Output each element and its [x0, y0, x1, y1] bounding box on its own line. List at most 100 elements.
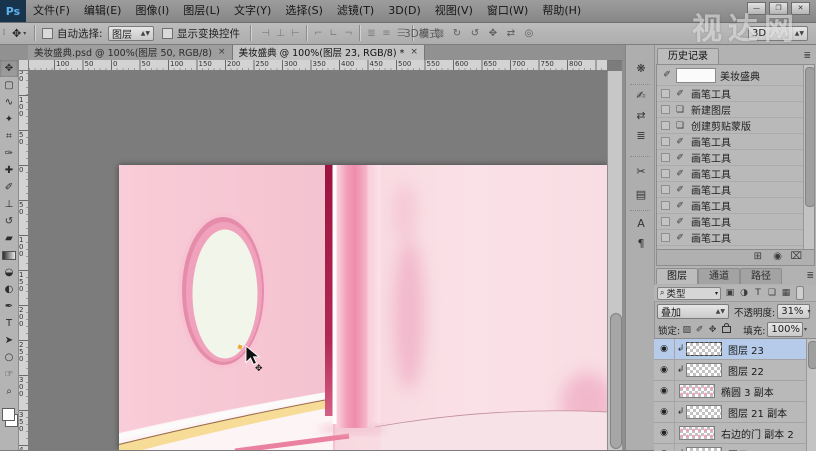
history-brush-tool[interactable]: ↺	[0, 213, 18, 230]
layer-row[interactable]: ◉↲图层 23	[654, 339, 816, 360]
layer-name[interactable]: 图层 22	[728, 363, 764, 378]
menu-item[interactable]: 文件(F)	[26, 0, 77, 22]
history-source-well[interactable]	[661, 201, 670, 210]
history-item[interactable]: ✐美妆盛典	[657, 65, 814, 86]
lasso-tool[interactable]: ∿	[0, 94, 18, 111]
quick-selection-tool[interactable]: ✦	[0, 111, 18, 128]
character-panel-icon[interactable]: A	[631, 213, 651, 233]
history-item[interactable]: ✐画笔工具	[657, 214, 814, 230]
layer-thumbnail[interactable]	[686, 363, 722, 377]
distribute-top-icon[interactable]: ≣	[364, 28, 379, 39]
scrollbar-thumb[interactable]	[805, 67, 815, 207]
layer-name[interactable]: 右边的门 副本 2	[721, 426, 794, 441]
opacity-input[interactable]: 31%▾	[777, 304, 810, 319]
canvas-pasteboard[interactable]: ✥	[29, 71, 607, 450]
eraser-tool[interactable]: ▰	[0, 230, 18, 247]
history-source-well[interactable]	[661, 153, 670, 162]
canvas-artwork[interactable]: ✥	[119, 165, 607, 450]
layer-row[interactable]: ◉ 右边的门 副本 2	[654, 423, 816, 444]
lock-transparent-icon[interactable]: ▨	[680, 325, 693, 335]
visibility-toggle[interactable]: ◉	[654, 402, 675, 422]
visibility-toggle[interactable]: ◉	[654, 423, 675, 443]
move-tool[interactable]: ✥	[0, 60, 18, 77]
layer-thumbnail[interactable]	[686, 447, 722, 451]
visibility-toggle[interactable]: ◉	[654, 381, 675, 401]
history-source-well[interactable]	[661, 217, 670, 226]
lock-position-icon[interactable]: ✥	[706, 325, 719, 335]
history-item[interactable]: ✐画笔工具	[657, 166, 814, 182]
clone-stamp-tool[interactable]: ⊥	[0, 196, 18, 213]
auto-select-checkbox[interactable]	[42, 28, 53, 39]
align-h-center-icon[interactable]: ⊥	[273, 28, 288, 39]
history-source-well[interactable]	[661, 233, 670, 242]
tool-preset-arrow-icon[interactable]: ▾	[23, 30, 26, 37]
tab-channels[interactable]: 通道	[698, 268, 740, 284]
type-tool[interactable]: T	[0, 315, 18, 332]
canvas-vertical-scrollbar[interactable]	[607, 71, 622, 450]
menu-item[interactable]: 选择(S)	[278, 0, 330, 22]
brush-tool[interactable]: ✐	[0, 179, 18, 196]
history-item[interactable]: ✐画笔工具	[657, 182, 814, 198]
hand-tool[interactable]: ☞	[0, 366, 18, 383]
paragraph-panel-icon[interactable]: ¶	[631, 233, 651, 253]
history-item[interactable]: ✐画笔工具	[657, 230, 814, 246]
filter-type-icon[interactable]: T	[751, 288, 765, 298]
layer-name[interactable]: 图层 21 副本	[728, 405, 787, 420]
gradient-tool[interactable]	[0, 247, 18, 264]
dodge-tool[interactable]: ◐	[0, 281, 18, 298]
layer-thumbnail[interactable]	[679, 384, 715, 398]
fill-input[interactable]: 100%▾	[767, 322, 803, 337]
healing-brush-tool[interactable]: ✚	[0, 162, 18, 179]
distribute-v-center-icon[interactable]: ≡	[379, 28, 394, 39]
foreground-color-swatch[interactable]	[2, 408, 15, 421]
new-document-from-state-icon[interactable]: ⊞	[754, 251, 762, 262]
move-tool-options-icon[interactable]: ✥	[12, 27, 21, 40]
history-item[interactable]: ✐画笔工具	[657, 150, 814, 166]
layer-filter-dropdown[interactable]: ⌕ 类型 ▾	[657, 287, 721, 300]
scrollbar-thumb[interactable]	[610, 313, 622, 449]
layer-name[interactable]: 椭圆 3 副本	[721, 384, 774, 399]
layer-name[interactable]: 图层 21	[728, 447, 764, 451]
tab-close-icon[interactable]: ×	[410, 47, 418, 57]
auto-select-target-dropdown[interactable]: 图层▲▼	[108, 26, 154, 41]
tool-presets-panel-icon[interactable]: ▤	[631, 184, 651, 204]
layer-row[interactable]: ◉↲图层 22	[654, 360, 816, 381]
align-v-center-icon[interactable]: ∟	[326, 28, 341, 39]
clone-source-panel-icon[interactable]: ⇄	[631, 105, 651, 125]
filter-pixel-icon[interactable]: ▣	[723, 288, 737, 298]
ellipse-tool[interactable]: ○	[0, 349, 18, 366]
tab-history-panel[interactable]: 历史记录	[657, 48, 719, 64]
document-tab[interactable]: 美妆盛典.psd @ 100%(图层 50, RGB/8) ×	[28, 44, 233, 60]
lock-paint-icon[interactable]: ✐	[693, 325, 706, 335]
delete-state-icon[interactable]: ⌧	[790, 251, 802, 262]
history-source-well[interactable]	[661, 185, 670, 194]
align-right-icon[interactable]: ⊢	[288, 28, 303, 39]
history-item[interactable]: ❏创建剪贴蒙版	[657, 118, 814, 134]
new-snapshot-icon[interactable]: ◉	[773, 251, 782, 262]
tab-close-icon[interactable]: ×	[218, 47, 226, 57]
info-panel-icon[interactable]: ≣	[631, 125, 651, 145]
layer-row[interactable]: ◉↲图层 21 副本	[654, 402, 816, 423]
blend-mode-dropdown[interactable]: 叠加▲▼	[657, 304, 729, 319]
history-source-well[interactable]	[661, 89, 670, 98]
path-selection-tool[interactable]: ➤	[0, 332, 18, 349]
layer-name[interactable]: 图层 23	[728, 342, 764, 357]
menu-item[interactable]: 编辑(E)	[77, 0, 129, 22]
pen-tool[interactable]: ✒	[0, 298, 18, 315]
adjustments-panel-icon[interactable]: ❋	[631, 58, 651, 78]
menu-item[interactable]: 帮助(H)	[535, 0, 588, 22]
3d-roll-icon[interactable]: ↺	[466, 28, 484, 39]
history-source-well[interactable]	[661, 121, 670, 130]
document-tab-active[interactable]: 美妆盛典 @ 100%(图层 23, RGB/8) * ×	[233, 44, 425, 60]
layers-scrollbar[interactable]	[806, 339, 816, 451]
menu-item[interactable]: 窗口(W)	[480, 0, 535, 22]
layer-row[interactable]: ◉ 椭圆 3 副本	[654, 381, 816, 402]
3d-rotate-icon[interactable]: ↻	[448, 28, 466, 39]
visibility-toggle[interactable]: ◉	[654, 360, 675, 380]
history-item[interactable]: ✐画笔工具	[657, 198, 814, 214]
slice-panel-icon[interactable]: ✂	[631, 161, 651, 181]
menu-item[interactable]: 图像(I)	[128, 0, 176, 22]
history-source-well[interactable]	[661, 169, 670, 178]
menu-item[interactable]: 文字(Y)	[227, 0, 278, 22]
menu-item[interactable]: 3D(D)	[381, 0, 428, 22]
